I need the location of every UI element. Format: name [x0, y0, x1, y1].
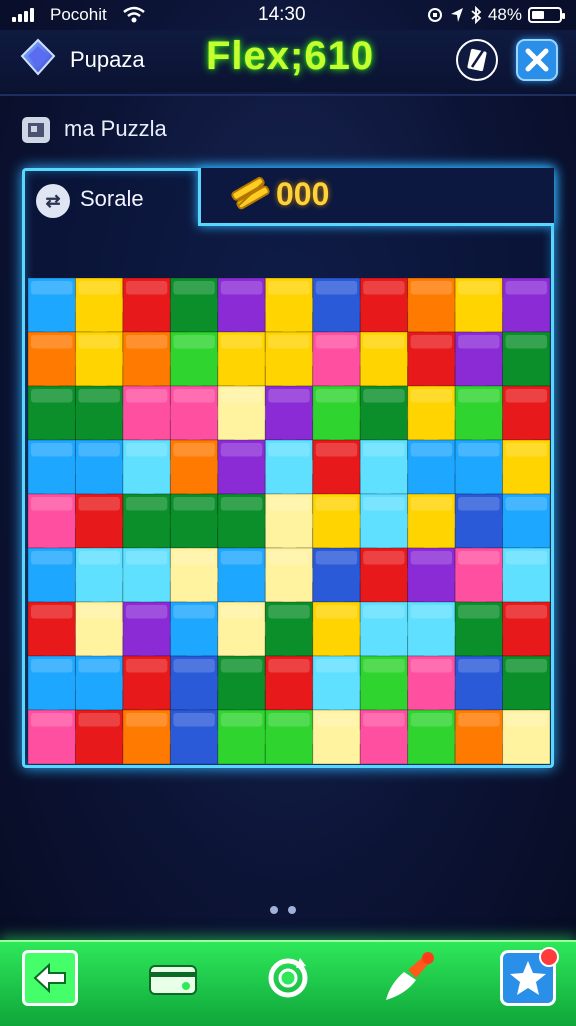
puzzle-piece[interactable] — [407, 493, 460, 553]
puzzle-subtitle: ma Puzzla — [64, 116, 167, 141]
app-header: Pupaza Flex;610 — [0, 30, 576, 92]
sort-button[interactable]: Sorale — [80, 186, 144, 212]
puzzle-piece[interactable] — [454, 439, 508, 499]
puzzle-piece[interactable] — [359, 655, 413, 715]
puzzle-piece[interactable] — [502, 439, 550, 499]
refresh-icon — [268, 958, 308, 998]
puzzle-piece[interactable] — [28, 547, 81, 607]
edit-button[interactable] — [456, 39, 498, 81]
pencil-icon — [467, 48, 487, 72]
puzzle-piece[interactable] — [312, 493, 365, 553]
puzzle-piece[interactable] — [217, 278, 270, 337]
paint-button[interactable] — [380, 950, 436, 1006]
wifi-icon — [123, 6, 145, 23]
puzzle-piece[interactable] — [407, 439, 460, 499]
back-button[interactable] — [22, 950, 78, 1006]
puzzle-piece[interactable] — [454, 493, 508, 553]
puzzle-piece[interactable] — [122, 385, 175, 445]
puzzle-piece[interactable] — [359, 331, 413, 391]
puzzle-piece[interactable] — [122, 439, 175, 499]
card-button[interactable] — [146, 950, 202, 1006]
battery-percent: 48% — [487, 5, 522, 24]
puzzle-piece[interactable] — [502, 331, 550, 391]
puzzle-piece[interactable] — [217, 655, 270, 715]
page-dot[interactable] — [270, 906, 278, 914]
puzzle-piece[interactable] — [217, 709, 270, 764]
blue-diamond-icon[interactable] — [18, 38, 58, 78]
coin-count: 000 — [276, 176, 330, 212]
card-icon — [149, 965, 197, 995]
puzzle-box-icon — [22, 117, 50, 143]
puzzle-piece[interactable] — [312, 385, 365, 445]
header-divider — [0, 94, 576, 96]
lock-rotation-icon — [427, 8, 442, 22]
puzzle-piece[interactable] — [122, 601, 175, 661]
puzzle-piece[interactable] — [264, 439, 318, 499]
puzzle-piece[interactable] — [359, 493, 413, 553]
signal-icon — [12, 8, 34, 22]
puzzle-piece[interactable] — [74, 385, 128, 445]
puzzle-piece[interactable] — [122, 493, 175, 553]
puzzle-piece[interactable] — [74, 655, 128, 715]
puzzle-piece[interactable] — [169, 601, 223, 661]
status-time: 14:30 — [258, 4, 306, 25]
puzzle-piece[interactable] — [407, 655, 460, 715]
coin-stack-icon — [231, 176, 270, 210]
puzzle-piece[interactable] — [28, 601, 81, 661]
close-icon — [525, 48, 549, 72]
battery-icon — [528, 7, 565, 23]
close-button[interactable] — [516, 39, 558, 81]
puzzle-piece[interactable] — [407, 601, 460, 661]
puzzle-piece[interactable] — [312, 278, 365, 337]
score-label: Flex;610 — [206, 34, 375, 78]
puzzle-piece[interactable] — [28, 655, 81, 715]
notification-badge — [539, 947, 559, 967]
arrow-left-icon — [33, 962, 66, 994]
puzzle-piece[interactable] — [502, 278, 550, 337]
puzzle-piece[interactable] — [74, 709, 128, 764]
refresh-button[interactable] — [260, 950, 316, 1006]
puzzle-piece[interactable] — [28, 493, 81, 553]
bluetooth-icon — [471, 6, 482, 24]
app-name: Pupaza — [70, 47, 145, 72]
page-indicator — [270, 906, 296, 914]
location-icon — [450, 8, 463, 22]
sort-icon[interactable]: ⇄ — [36, 184, 70, 218]
favorite-button[interactable] — [500, 947, 559, 1006]
puzzle-grid[interactable] — [28, 278, 550, 764]
carrier-name: Pocohit — [50, 5, 107, 24]
puzzle-piece[interactable] — [264, 709, 318, 764]
puzzle-piece[interactable] — [28, 709, 81, 764]
page-dot[interactable] — [288, 906, 296, 914]
puzzle-piece[interactable] — [502, 709, 550, 764]
status-bar: Pocohit 14:30 48% — [0, 0, 576, 30]
brush-icon — [386, 952, 434, 1000]
puzzle-piece[interactable] — [502, 601, 550, 661]
